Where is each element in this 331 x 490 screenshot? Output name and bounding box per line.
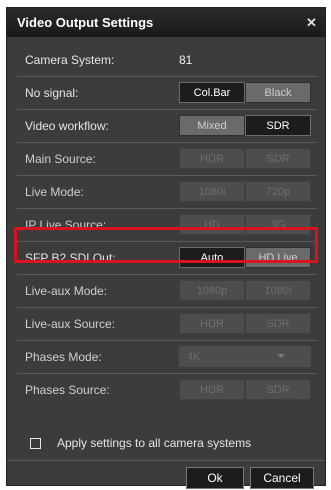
video-workflow-sdr-button[interactable]: SDR xyxy=(245,115,311,136)
live-aux-source-sdr-button: SDR xyxy=(245,313,311,334)
row-no-signal: No signal: Col.Bar Black xyxy=(17,77,317,110)
dialog-title: Video Output Settings xyxy=(17,15,154,30)
row-main-source: Main Source: HDR SDR xyxy=(17,143,317,176)
phases-mode-label: Phases Mode: xyxy=(25,350,102,364)
live-aux-source-hdr-button: HDR xyxy=(179,313,245,334)
main-source-sdr-button: SDR xyxy=(245,148,311,169)
row-live-mode: Live Mode: 1080i 720p xyxy=(17,176,317,209)
no-signal-toggle: Col.Bar Black xyxy=(179,82,311,103)
phases-mode-value: 4K xyxy=(187,350,201,363)
row-phases-source: Phases Source: HDR SDR xyxy=(17,374,317,407)
chevron-down-icon xyxy=(277,354,285,358)
title-bar: Video Output Settings ✕ xyxy=(7,8,325,37)
live-mode-1080i-button: 1080i xyxy=(179,181,245,202)
video-workflow-label: Video workflow: xyxy=(25,119,109,133)
cancel-button[interactable]: Cancel xyxy=(250,467,314,489)
row-phases-mode: Phases Mode: 4K xyxy=(17,341,317,374)
video-workflow-toggle: Mixed SDR xyxy=(179,115,311,136)
live-mode-720p-button: 720p xyxy=(245,181,311,202)
row-live-aux-mode: Live-aux Mode: 1080p 1080i xyxy=(17,275,317,308)
phases-source-toggle: HDR SDR xyxy=(179,379,311,400)
no-signal-label: No signal: xyxy=(25,86,79,100)
phases-mode-dropdown: 4K xyxy=(179,346,311,367)
phases-source-sdr-button: SDR xyxy=(245,379,311,400)
main-source-hdr-button: HDR xyxy=(179,148,245,169)
video-output-settings-dialog: Video Output Settings ✕ Camera System: 8… xyxy=(6,7,326,489)
apply-all-label: Apply settings to all camera systems xyxy=(57,436,252,450)
main-source-label: Main Source: xyxy=(25,152,96,166)
phases-source-hdr-button: HDR xyxy=(179,379,245,400)
row-video-workflow: Video workflow: Mixed SDR xyxy=(17,110,317,143)
live-aux-mode-1080p-button: 1080p xyxy=(179,280,245,301)
live-aux-mode-1080i-button: 1080i xyxy=(245,280,311,301)
video-workflow-mixed-button[interactable]: Mixed xyxy=(179,115,245,136)
settings-list: Camera System: 81 No signal: Col.Bar Bla… xyxy=(17,44,317,407)
camera-system-value: 81 xyxy=(179,53,193,67)
no-signal-colbar-button[interactable]: Col.Bar xyxy=(179,82,245,103)
live-mode-toggle: 1080i 720p xyxy=(179,181,311,202)
ok-button[interactable]: Ok xyxy=(186,467,244,489)
close-icon[interactable]: ✕ xyxy=(304,15,319,30)
apply-all-checkbox[interactable] xyxy=(30,437,41,449)
apply-all-option[interactable]: Apply settings to all camera systems xyxy=(30,436,251,450)
live-aux-source-label: Live-aux Source: xyxy=(25,317,116,331)
phases-source-label: Phases Source: xyxy=(25,383,110,397)
camera-system-label: Camera System: xyxy=(25,53,115,67)
live-aux-mode-toggle: 1080p 1080i xyxy=(179,280,311,301)
main-source-toggle: HDR SDR xyxy=(179,148,311,169)
live-aux-mode-label: Live-aux Mode: xyxy=(25,284,108,298)
live-mode-label: Live Mode: xyxy=(25,185,84,199)
footer-divider xyxy=(7,460,325,461)
no-signal-black-button[interactable]: Black xyxy=(245,82,311,103)
row-live-aux-source: Live-aux Source: HDR SDR xyxy=(17,308,317,341)
sfp-b2-highlight-box xyxy=(14,227,318,263)
row-camera-system: Camera System: 81 xyxy=(17,44,317,77)
live-aux-source-toggle: HDR SDR xyxy=(179,313,311,334)
